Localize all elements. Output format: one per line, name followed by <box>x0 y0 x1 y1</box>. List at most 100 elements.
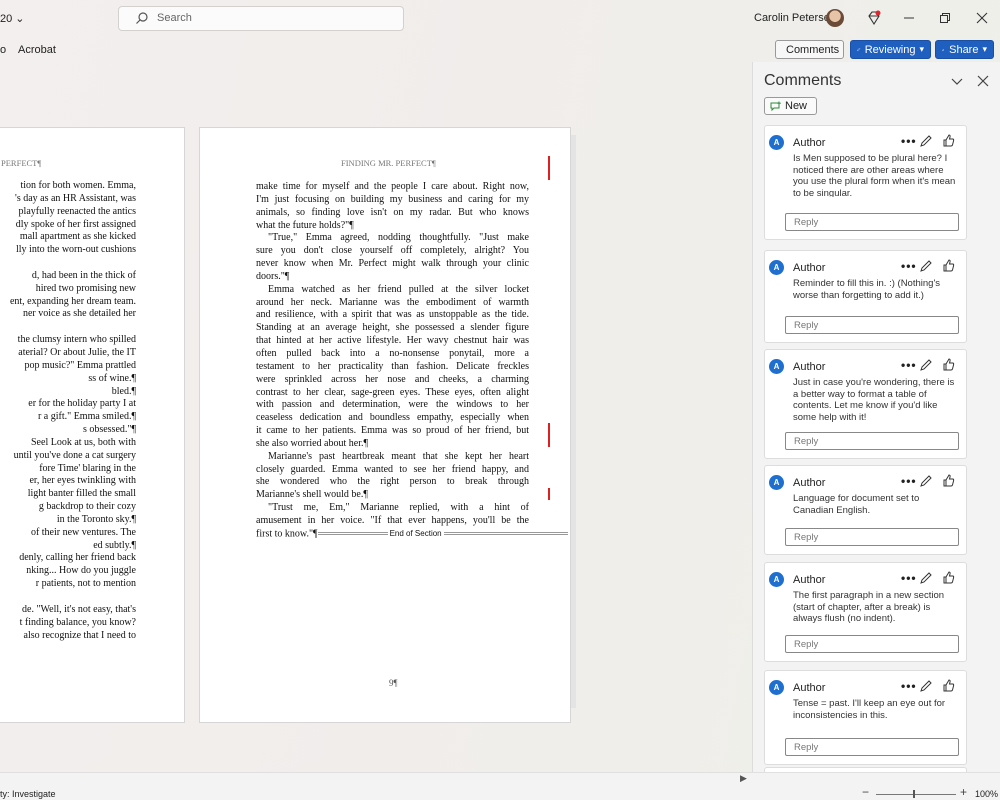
text-line <box>1 321 136 334</box>
text-line: first to know."¶ End of Section <box>256 528 568 542</box>
share-button[interactable]: Share ▾ <box>935 40 994 59</box>
thumbs-up-icon[interactable] <box>942 474 955 487</box>
close-icon[interactable] <box>976 74 990 88</box>
more-options-icon[interactable]: ••• <box>901 259 917 273</box>
status-bar: ▶ ty: Investigate − + 100% <box>0 772 1000 800</box>
comment-card[interactable]: A Author ••• Language for document set to C… <box>764 465 967 555</box>
reply-input[interactable]: Reply <box>785 738 959 756</box>
text-line: t finding balance, you know? <box>19 616 136 628</box>
scroll-right-icon[interactable]: ▶ <box>740 773 747 784</box>
comment-text: Language for document set to Canadian En… <box>793 493 920 516</box>
text-line: ed subtly.¶ <box>93 539 136 551</box>
reply-input[interactable]: Reply <box>785 432 959 450</box>
text-line: that hinted at her active lifestyle. Her… <box>256 335 529 347</box>
document-page-right[interactable]: FINDING MR. PERFECT¶ make time for mysel… <box>199 127 571 723</box>
edit-icon[interactable] <box>920 474 933 487</box>
new-comment-label: New <box>785 100 808 112</box>
thumbs-up-icon[interactable] <box>942 259 955 272</box>
version-dropdown[interactable]: 20 ⌄ <box>0 12 25 25</box>
new-comment-button[interactable]: New <box>764 97 817 115</box>
comment-author: Author <box>793 361 826 373</box>
text-line: er, her eyes twinkling with <box>29 475 136 487</box>
text-line: testament to her practicality than fashi… <box>256 360 529 372</box>
pen-edit-icon <box>857 47 861 52</box>
reply-input[interactable]: Reply <box>785 635 959 653</box>
status-text[interactable]: ty: Investigate <box>0 789 56 799</box>
ribbon-tabs: o Acrobat Comments Reviewing ▾ Share ▾ <box>0 38 1000 62</box>
reply-input[interactable]: Reply <box>785 213 959 231</box>
text-line: doors."¶ <box>256 270 290 282</box>
more-options-icon[interactable]: ••• <box>901 571 917 585</box>
more-options-icon[interactable]: ••• <box>901 474 917 488</box>
text-line: ceaseless dedication and boundless empat… <box>256 412 529 424</box>
ribbon-tab-partial[interactable]: o <box>0 44 6 56</box>
comment-card[interactable]: A Author ••• The first paragraph in a new s… <box>764 562 967 662</box>
text-line: she also worried about her.¶ <box>256 437 369 449</box>
change-bar <box>548 488 550 500</box>
text-line: playfully reenacted the antics <box>18 205 136 217</box>
chevron-down-icon: ▾ <box>919 44 924 54</box>
page-body-text[interactable]: make time for myself and the people I ca… <box>256 181 568 542</box>
zoom-slider-thumb[interactable] <box>913 790 915 798</box>
thumbs-up-icon[interactable] <box>942 571 955 584</box>
text-line: "True," Emma agreed, nodding thoughtfull… <box>268 232 529 244</box>
comment-card[interactable]: A Author ••• Just in case you're wondering,… <box>764 349 967 459</box>
more-options-icon[interactable]: ••• <box>901 134 917 148</box>
close-window-icon[interactable] <box>974 10 990 26</box>
thumbs-up-icon[interactable] <box>942 679 955 692</box>
edit-icon[interactable] <box>920 679 933 692</box>
comment-author: Author <box>793 137 826 149</box>
new-comment-icon <box>770 101 781 111</box>
page-body-text[interactable]: tion for both women. Emma,'s day as an H… <box>1 180 136 642</box>
reply-input[interactable]: Reply <box>785 528 959 546</box>
edit-icon[interactable] <box>920 358 933 371</box>
comments-button[interactable]: Comments <box>775 40 844 59</box>
more-options-icon[interactable]: ••• <box>901 679 917 693</box>
thumbs-up-icon[interactable] <box>942 134 955 147</box>
more-options-icon[interactable]: ••• <box>901 358 917 372</box>
user-name[interactable]: Carolin Petersen <box>754 12 836 24</box>
text-line: de. "Well, it's not easy, that's <box>22 603 136 615</box>
text-line: Standing at an average height, she posse… <box>256 322 529 334</box>
zoom-slider[interactable] <box>876 794 956 795</box>
comments-button-label: Comments <box>786 43 840 56</box>
text-line: d, had been in the thick of <box>31 269 136 281</box>
page-edge <box>571 135 576 708</box>
text-line: nking... How do you juggle <box>26 565 136 577</box>
edit-icon[interactable] <box>920 134 933 147</box>
reply-input[interactable]: Reply <box>785 316 959 334</box>
share-button-label: Share <box>949 43 979 56</box>
text-line: s obsessed."¶ <box>82 424 136 436</box>
avatar[interactable] <box>826 9 844 27</box>
comment-card[interactable]: A Author ••• Tense = past. I'll keep an eye… <box>764 670 967 765</box>
zoom-out-button[interactable]: − <box>862 785 869 799</box>
section-break: End of Section <box>317 528 568 541</box>
zoom-in-button[interactable]: + <box>960 785 967 799</box>
edit-icon[interactable] <box>920 259 933 272</box>
comment-card[interactable]: A Author ••• Reminder to fill this in. :) (… <box>764 250 967 343</box>
edit-icon[interactable] <box>920 571 933 584</box>
chevron-down-icon: ▾ <box>982 44 987 54</box>
comment-card[interactable]: A Author ••• Is Men supposed to be plural h… <box>764 125 967 240</box>
comment-author: Author <box>793 574 826 586</box>
text-line: Seel Look at us, both with <box>31 436 136 448</box>
comments-pane-title: Comments <box>764 72 842 89</box>
restore-icon[interactable] <box>937 10 953 26</box>
text-line: dly spoke of her first assigned <box>15 218 136 230</box>
premium-diamond-icon[interactable] <box>866 10 882 26</box>
document-page-left[interactable]: PERFECT¶ tion for both women. Emma,'s da… <box>0 127 185 723</box>
tab-acrobat[interactable]: Acrobat <box>18 44 56 56</box>
section-break-label: End of Section <box>389 528 442 538</box>
chevron-down-icon[interactable] <box>950 74 964 88</box>
text-line: tion for both women. Emma, <box>20 180 136 191</box>
text-line: ent, expanding her dream team. <box>9 295 136 307</box>
document-canvas[interactable]: PERFECT¶ tion for both women. Emma,'s da… <box>0 62 752 772</box>
zoom-level[interactable]: 100% <box>975 789 998 799</box>
thumbs-up-icon[interactable] <box>942 358 955 371</box>
minimize-icon[interactable] <box>901 10 917 26</box>
comments-pane: Comments New A Author ••• Is Men supposed t… <box>752 62 1000 777</box>
search-input[interactable]: Search <box>118 6 404 31</box>
text-line: closely guarded. Emma wanted to see her … <box>256 463 529 475</box>
reviewing-button[interactable]: Reviewing ▾ <box>850 40 931 59</box>
text-line: light banter filled the small <box>27 488 136 500</box>
